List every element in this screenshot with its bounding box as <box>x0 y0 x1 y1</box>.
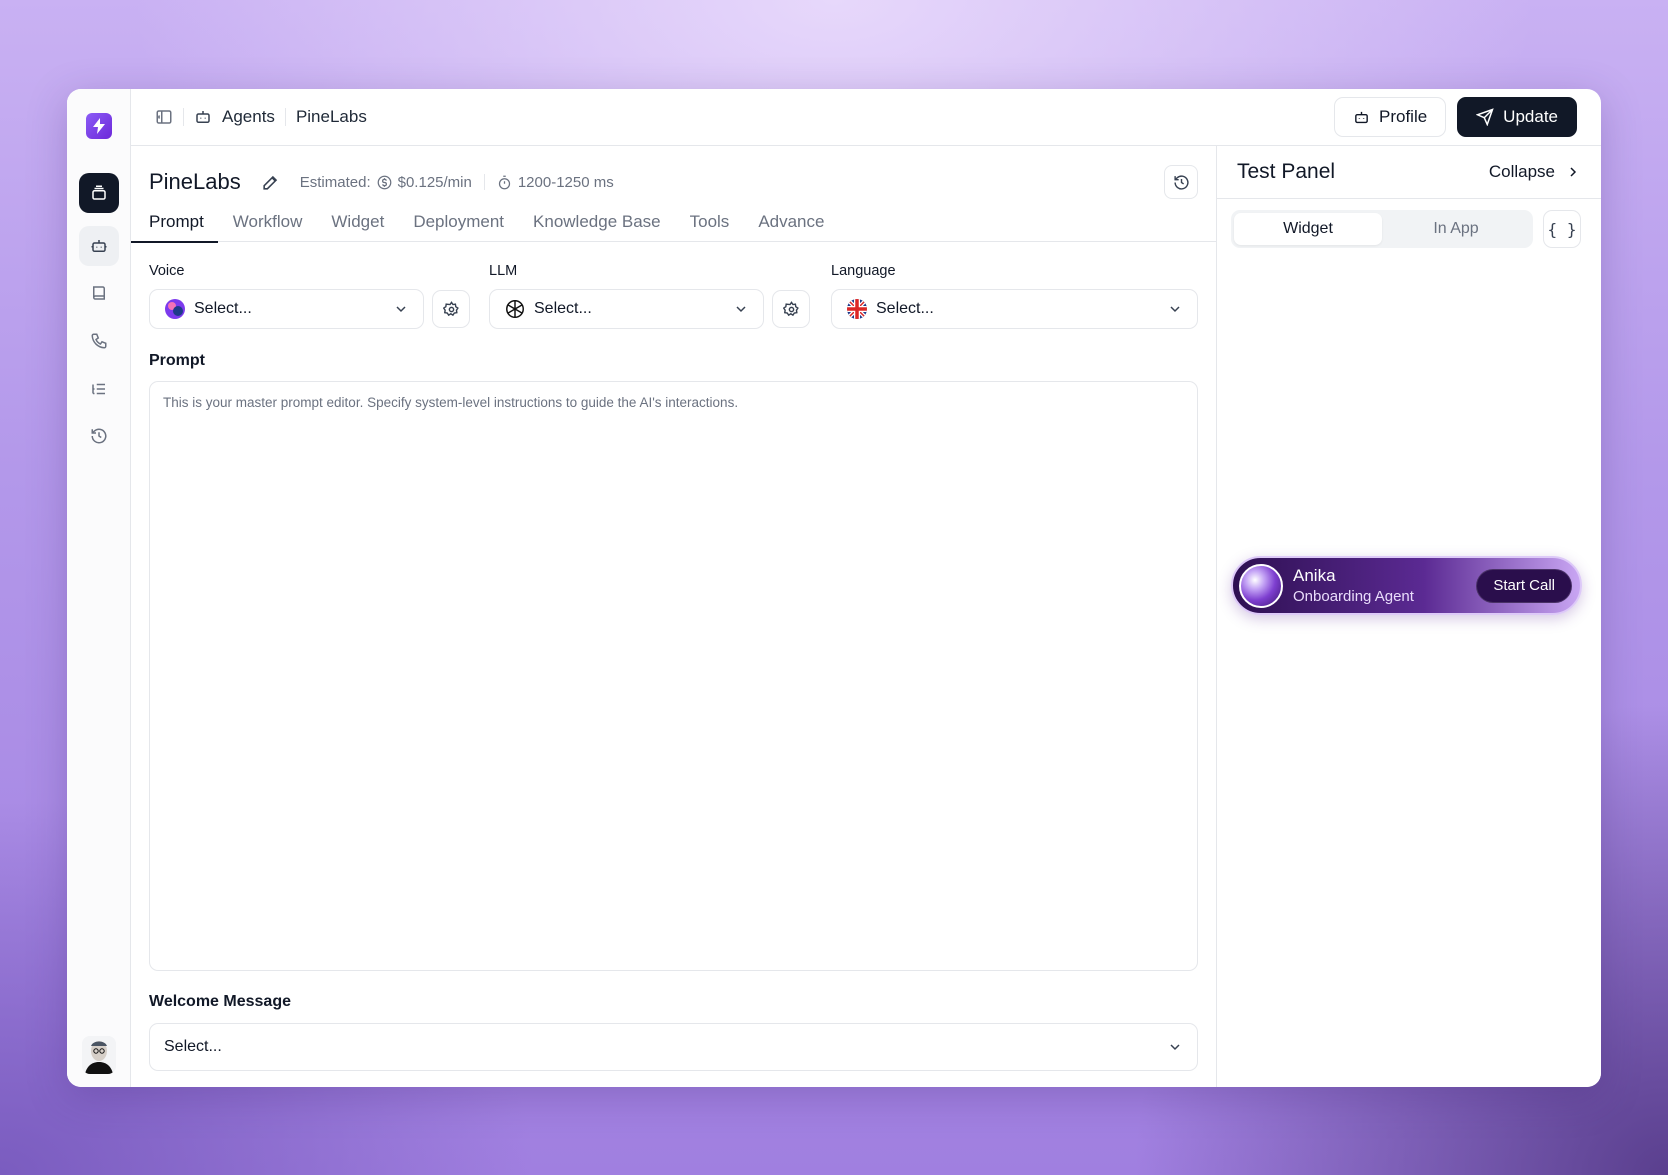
llm-label: LLM <box>489 263 518 279</box>
gear-icon <box>442 300 460 318</box>
breadcrumb-divider <box>284 108 286 126</box>
app-window: Agents PineLabs Profile Update PineLabs <box>67 89 1601 1087</box>
stack-icon <box>90 184 108 202</box>
test-panel-header: Test Panel Collapse <box>1217 146 1601 199</box>
test-mode-toggle: Widget In App <box>1231 210 1533 248</box>
timer-icon <box>497 175 512 190</box>
list-icon <box>90 380 108 398</box>
tab-knowledge-base[interactable]: Knowledge Base <box>533 202 661 242</box>
agent-call-widget: Anika Onboarding Agent Start Call <box>1231 556 1582 615</box>
agent-widget-role: Onboarding Agent <box>1293 588 1414 605</box>
breadcrumb-current: PineLabs <box>295 107 367 126</box>
welcome-message-value: Select... <box>164 1038 222 1055</box>
left-rail <box>67 89 131 1087</box>
robot-icon <box>90 237 108 255</box>
welcome-message-label: Welcome Message <box>149 993 291 1010</box>
rail-calls-button[interactable] <box>79 321 119 361</box>
user-avatar[interactable] <box>82 1036 116 1074</box>
breadcrumb: Agents PineLabs <box>131 107 367 127</box>
breadcrumb-agents-link[interactable]: Agents <box>222 107 275 127</box>
chevron-down-icon <box>1167 301 1183 317</box>
prompt-editor[interactable] <box>149 381 1198 971</box>
tab-tools[interactable]: Tools <box>690 202 730 242</box>
dollar-icon <box>377 175 392 190</box>
uk-flag-icon <box>846 298 868 320</box>
top-bar: Agents PineLabs Profile Update <box>131 89 1601 146</box>
update-button-label: Update <box>1503 107 1558 126</box>
agent-avatar <box>1239 563 1283 608</box>
segment-widget[interactable]: Widget <box>1234 213 1382 245</box>
welcome-message-select[interactable]: Select... <box>149 1023 1198 1071</box>
book-icon <box>90 284 108 302</box>
latency-value: 1200-1250 ms <box>517 173 614 191</box>
rail-stack-button[interactable] <box>79 173 119 213</box>
test-panel: Test Panel Collapse Widget In App { } An… <box>1216 146 1601 1087</box>
chevron-down-icon <box>733 301 749 317</box>
pencil-icon[interactable] <box>261 173 280 192</box>
voice-select-value: Select... <box>194 300 252 317</box>
chevron-down-icon <box>1167 1039 1183 1055</box>
tab-prompt[interactable]: Prompt <box>131 202 218 243</box>
voice-settings-button[interactable] <box>432 290 470 328</box>
voice-label: Voice <box>149 263 185 279</box>
openai-icon <box>504 298 526 320</box>
agent-title-row: PineLabs Estimated: $0.125/min 1200-1250… <box>149 164 1198 200</box>
chevron-down-icon <box>393 301 409 317</box>
breadcrumb-divider <box>183 108 184 126</box>
gear-icon <box>782 300 800 318</box>
send-icon <box>1476 108 1494 126</box>
tab-workflow[interactable]: Workflow <box>233 202 303 242</box>
llm-select-value: Select... <box>534 300 592 317</box>
agent-editor: PineLabs Estimated: $0.125/min 1200-1250… <box>131 146 1216 1087</box>
rail-logs-button[interactable] <box>79 369 119 409</box>
agent-widget-name: Anika <box>1293 566 1336 585</box>
robot-icon <box>1353 109 1370 126</box>
start-call-button[interactable]: Start Call <box>1476 568 1572 603</box>
cost-value: $0.125/min <box>397 173 472 191</box>
tab-advance[interactable]: Advance <box>758 202 824 242</box>
voice-select[interactable]: Select... <box>149 289 424 329</box>
test-panel-title: Test Panel <box>1237 160 1336 183</box>
llm-select[interactable]: Select... <box>489 289 764 329</box>
editor-tabs: Prompt Workflow Widget Deployment Knowle… <box>131 202 1216 243</box>
tab-widget[interactable]: Widget <box>331 202 384 242</box>
rail-knowledge-button[interactable] <box>79 273 119 313</box>
history-icon <box>90 427 108 445</box>
profile-button[interactable]: Profile <box>1333 97 1447 137</box>
top-actions: Profile Update <box>1333 97 1601 137</box>
rail-agents-button[interactable] <box>79 226 119 266</box>
robot-icon <box>194 108 212 126</box>
logo-bolt-icon[interactable] <box>86 113 112 139</box>
rail-history-button[interactable] <box>79 416 119 456</box>
version-history-button[interactable] <box>1164 165 1198 199</box>
language-select[interactable]: Select... <box>831 289 1198 329</box>
collapse-button[interactable]: Collapse <box>1489 162 1581 182</box>
prompt-label: Prompt <box>149 352 205 369</box>
agent-name: PineLabs <box>149 169 241 194</box>
voice-avatar-icon <box>164 298 186 320</box>
segment-in-app[interactable]: In App <box>1382 213 1530 245</box>
language-select-value: Select... <box>876 300 934 317</box>
agent-estimates: Estimated: $0.125/min 1200-1250 ms <box>300 174 614 191</box>
agent-info: Anika Onboarding Agent <box>1293 566 1414 605</box>
collapse-label: Collapse <box>1488 162 1555 181</box>
meta-divider <box>483 174 485 190</box>
profile-button-label: Profile <box>1378 107 1428 126</box>
llm-settings-button[interactable] <box>772 290 810 328</box>
language-label: Language <box>831 263 896 279</box>
tab-deployment[interactable]: Deployment <box>413 202 504 242</box>
code-braces-button[interactable]: { } <box>1543 210 1581 248</box>
estimated-label: Estimated: <box>299 173 371 191</box>
chevron-right-icon <box>1565 164 1581 180</box>
sidebar-toggle-icon[interactable] <box>155 108 173 126</box>
history-icon <box>1173 174 1190 191</box>
phone-icon <box>90 332 108 350</box>
update-button[interactable]: Update <box>1457 97 1577 137</box>
